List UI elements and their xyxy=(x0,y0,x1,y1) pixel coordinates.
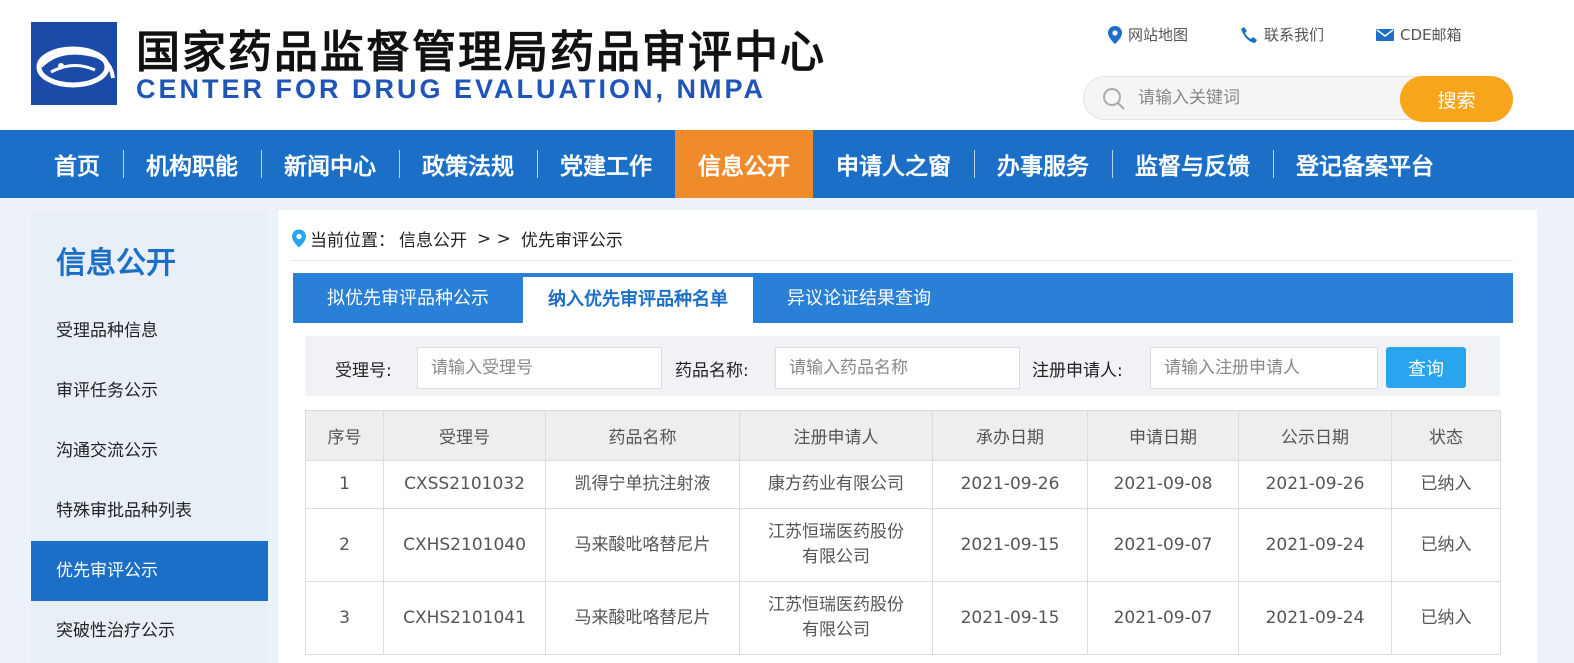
drug-name-label: 药品名称: xyxy=(675,361,749,381)
site-title-en: CENTER FOR DRUG EVALUATION, NMPA xyxy=(136,74,766,104)
col-header-published-date: 公示日期 xyxy=(1238,410,1392,461)
nav-item-feedback[interactable]: 监督与反馈 xyxy=(1112,130,1273,198)
nav-item-applicant[interactable]: 申请人之窗 xyxy=(813,130,974,198)
cde-logo[interactable] xyxy=(31,22,117,105)
cell-drug-name: 马来酸吡咯替尼片 xyxy=(545,581,740,655)
cell-applicant: 江苏恒瑞医药股份有限公司 xyxy=(739,581,933,655)
nav-item-home[interactable]: 首页 xyxy=(31,130,123,198)
sidebar-item-priority-review[interactable]: 优先审评公示 xyxy=(31,541,268,601)
cell-status: 已纳入 xyxy=(1391,581,1501,655)
cell-status: 已纳入 xyxy=(1391,460,1501,509)
nav-item-functions[interactable]: 机构职能 xyxy=(123,130,261,198)
nav-item-party[interactable]: 党建工作 xyxy=(537,130,675,198)
cell-applicant: 康方药业有限公司 xyxy=(739,460,933,509)
top-links: 网站地图 联系我们 CDE邮箱 xyxy=(1108,24,1462,45)
search-icon xyxy=(1103,88,1125,110)
cell-published-date: 2021-09-26 xyxy=(1238,460,1392,509)
cell-no: 2 xyxy=(305,508,384,582)
table-row[interactable]: 3 CXHS2101041 马来酸吡咯替尼片 江苏恒瑞医药股份有限公司 2021… xyxy=(305,581,1501,655)
cell-applicant: 江苏恒瑞医药股份有限公司 xyxy=(739,508,933,582)
cell-handled-date: 2021-09-15 xyxy=(932,508,1088,582)
accept-no-input[interactable] xyxy=(417,347,662,389)
site-header: 国家药品监督管理局药品审评中心 CENTER FOR DRUG EVALUATI… xyxy=(0,0,1574,130)
mail-icon xyxy=(1376,28,1395,41)
col-header-no: 序号 xyxy=(305,410,384,461)
cell-drug-name: 马来酸吡咯替尼片 xyxy=(545,508,740,582)
mail-link[interactable]: CDE邮箱 xyxy=(1376,24,1462,45)
accept-no-label: 受理号: xyxy=(335,361,392,381)
nav-item-policy[interactable]: 政策法规 xyxy=(399,130,537,198)
cell-handled-date: 2021-09-15 xyxy=(932,581,1088,655)
breadcrumb-divider xyxy=(292,260,1513,261)
tab-proposed-priority[interactable]: 拟优先审评品种公示 xyxy=(293,273,523,323)
breadcrumb: 当前位置： 信息公开 > > 优先审评公示 xyxy=(292,226,623,251)
phone-icon xyxy=(1241,26,1258,43)
cell-drug-name: 凯得宁单抗注射液 xyxy=(545,460,740,509)
contact-link[interactable]: 联系我们 xyxy=(1240,24,1324,45)
sidebar-item-communication[interactable]: 沟通交流公示 xyxy=(31,421,268,481)
applicant-label: 注册申请人: xyxy=(1032,361,1123,381)
cell-accept-no: CXHS2101041 xyxy=(383,581,546,655)
cell-no: 3 xyxy=(305,581,384,655)
sidebar-item-breakthrough[interactable]: 突破性治疗公示 xyxy=(31,601,268,661)
tab-included-priority[interactable]: 纳入优先审评品种名单 xyxy=(523,277,753,323)
cell-published-date: 2021-09-24 xyxy=(1238,581,1392,655)
applicant-input[interactable] xyxy=(1150,347,1378,389)
location-pin-icon xyxy=(292,229,306,248)
search-input[interactable] xyxy=(1138,85,1388,111)
col-header-drug-name: 药品名称 xyxy=(545,410,740,461)
cell-accept-no: CXHS2101040 xyxy=(383,508,546,582)
location-pin-icon xyxy=(1108,25,1122,44)
nav-item-registration[interactable]: 登记备案平台 xyxy=(1273,130,1457,198)
nav-item-services[interactable]: 办事服务 xyxy=(974,130,1112,198)
breadcrumb-separator: > > xyxy=(477,228,511,249)
col-header-handled-date: 承办日期 xyxy=(932,410,1088,461)
sidebar: 信息公开 受理品种信息 审评任务公示 沟通交流公示 特殊审批品种列表 优先审评公… xyxy=(31,210,268,663)
nav-item-info-disclosure[interactable]: 信息公开 xyxy=(675,130,813,198)
cell-handled-date: 2021-09-26 xyxy=(932,460,1088,509)
priority-review-table: 序号 受理号 药品名称 注册申请人 承办日期 申请日期 公示日期 状态 1 CX… xyxy=(305,410,1501,655)
cell-applied-date: 2021-09-08 xyxy=(1087,460,1239,509)
cell-applied-date: 2021-09-07 xyxy=(1087,581,1239,655)
table-header-row: 序号 受理号 药品名称 注册申请人 承办日期 申请日期 公示日期 状态 xyxy=(305,410,1501,461)
sidebar-item-accepted[interactable]: 受理品种信息 xyxy=(31,301,268,361)
nav-item-news[interactable]: 新闻中心 xyxy=(261,130,399,198)
search-button[interactable]: 搜索 xyxy=(1400,76,1513,122)
tab-objection-results[interactable]: 异议论证结果查询 xyxy=(753,273,965,323)
sidebar-item-special-approval[interactable]: 特殊审批品种列表 xyxy=(31,481,268,541)
sidebar-item-review-tasks[interactable]: 审评任务公示 xyxy=(31,361,268,421)
tab-bar: 拟优先审评品种公示 纳入优先审评品种名单 异议论证结果查询 xyxy=(293,273,1513,323)
site-title-cn: 国家药品监督管理局药品审评中心 xyxy=(136,27,826,78)
breadcrumb-prefix: 当前位置： xyxy=(310,231,395,251)
contact-label: 联系我们 xyxy=(1264,26,1325,44)
cell-applied-date: 2021-09-07 xyxy=(1087,508,1239,582)
drug-name-input[interactable] xyxy=(775,347,1020,389)
col-header-applied-date: 申请日期 xyxy=(1087,410,1239,461)
logo-emblem-icon xyxy=(31,22,117,105)
query-button[interactable]: 查询 xyxy=(1386,347,1466,388)
table-row[interactable]: 2 CXHS2101040 马来酸吡咯替尼片 江苏恒瑞医药股份有限公司 2021… xyxy=(305,508,1501,582)
main-nav: 首页 机构职能 新闻中心 政策法规 党建工作 信息公开 申请人之窗 办事服务 监… xyxy=(0,130,1574,198)
cell-accept-no: CXSS2101032 xyxy=(383,460,546,509)
col-header-applicant: 注册申请人 xyxy=(739,410,933,461)
breadcrumb-section[interactable]: 信息公开 xyxy=(399,226,467,251)
cell-no: 1 xyxy=(305,460,384,509)
sitemap-link[interactable]: 网站地图 xyxy=(1108,24,1188,45)
col-header-status: 状态 xyxy=(1391,410,1501,461)
main-content: 当前位置： 信息公开 > > 优先审评公示 拟优先审评品种公示 纳入优先审评品种… xyxy=(278,210,1537,663)
mail-label: CDE邮箱 xyxy=(1400,26,1462,44)
table-row[interactable]: 1 CXSS2101032 凯得宁单抗注射液 康方药业有限公司 2021-09-… xyxy=(305,460,1501,509)
breadcrumb-current: 优先审评公示 xyxy=(520,231,623,251)
filter-bar: 受理号: 药品名称: 注册申请人: 查询 xyxy=(305,336,1500,396)
col-header-accept-no: 受理号 xyxy=(383,410,546,461)
sitemap-label: 网站地图 xyxy=(1128,26,1189,44)
cell-published-date: 2021-09-24 xyxy=(1238,508,1392,582)
cell-status: 已纳入 xyxy=(1391,508,1501,582)
site-search: 搜索 xyxy=(1083,76,1513,122)
sidebar-title: 信息公开 xyxy=(56,246,176,281)
